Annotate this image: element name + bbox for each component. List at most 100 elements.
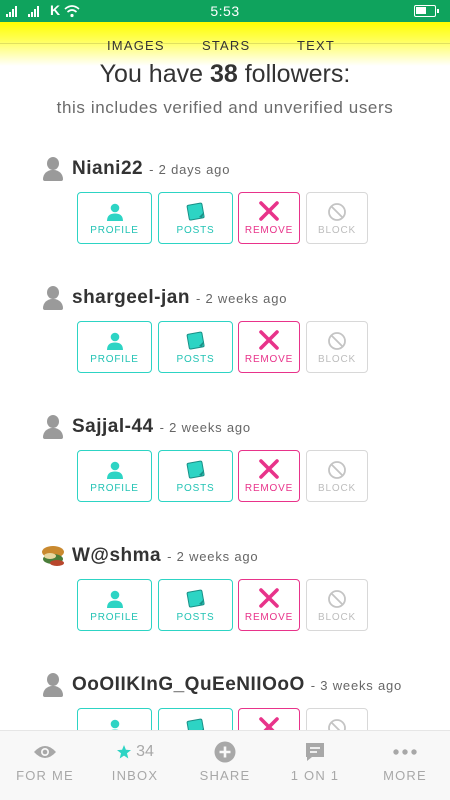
follower-count: 38	[209, 60, 238, 88]
close-icon	[259, 717, 279, 730]
tab-text[interactable]: TEXT	[297, 38, 335, 53]
block-icon	[328, 590, 346, 608]
status-bar: K 5:53	[0, 0, 450, 22]
posts-button-label: POSTS	[176, 354, 215, 365]
eye-icon	[34, 746, 56, 758]
chat-icon	[306, 743, 324, 761]
profile-button-label: PROFILE	[90, 612, 139, 623]
title-suffix: followers:	[237, 60, 351, 88]
posts-button[interactable]: POSTS	[158, 450, 233, 502]
follower-username[interactable]: W@shma	[72, 545, 161, 567]
sticky-note-icon	[186, 718, 205, 730]
posts-button-label: POSTS	[176, 483, 215, 494]
follower-item: OoOIIKInG_QuEeNIIOoO - 3 weeks ago PROFI…	[0, 666, 450, 730]
follower-time: - 2 weeks ago	[195, 290, 288, 306]
profile-button[interactable]: PROFILE	[77, 579, 152, 631]
follower-item: W@shma - 2 weeks ago PROFILE POSTS REMOV…	[0, 537, 450, 657]
follower-username[interactable]: Sajjal-44	[72, 416, 154, 438]
profile-button-label: PROFILE	[90, 225, 139, 236]
nav-inbox[interactable]: 34 INBOX	[90, 731, 180, 800]
block-button[interactable]: BLOCK	[306, 192, 368, 244]
clock: 5:53	[210, 3, 240, 19]
follower-time: - 2 days ago	[149, 161, 231, 177]
nav-for-me-label: FOR ME	[16, 768, 74, 783]
posts-button[interactable]: POSTS	[158, 708, 233, 730]
avatar[interactable]	[40, 285, 66, 311]
follower-item: Sajjal-44 - 2 weeks ago PROFILE POSTS RE…	[0, 408, 450, 528]
follower-time: - 2 weeks ago	[167, 548, 259, 564]
nav-share[interactable]: SHARE	[180, 731, 270, 800]
remove-button[interactable]: REMOVE	[238, 579, 300, 631]
nav-share-label: SHARE	[199, 768, 251, 783]
follower-list[interactable]: Niani22 - 2 days ago PROFILE POSTS REMOV…	[0, 150, 450, 730]
posts-button[interactable]: POSTS	[158, 321, 233, 373]
follower-header: shargeel-jan - 2 weeks ago	[40, 283, 287, 313]
remove-button-label: REMOVE	[244, 612, 294, 623]
follower-time: - 3 weeks ago	[310, 677, 403, 693]
title-prefix: You have	[99, 60, 210, 88]
bottom-nav: FOR ME 34 INBOX SHARE 1 ON 1 MORE	[0, 730, 450, 800]
remove-button[interactable]: REMOVE	[238, 450, 300, 502]
sticky-note-icon	[186, 460, 205, 479]
sticky-note-icon	[186, 589, 205, 608]
page-subtitle: this includes verified and unverified us…	[56, 98, 394, 117]
follower-username[interactable]: OoOIIKInG_QuEeNIIOoO	[72, 674, 305, 696]
person-icon	[106, 203, 123, 221]
follower-header: Niani22 - 2 days ago	[40, 154, 230, 184]
close-icon	[259, 588, 279, 608]
close-icon	[259, 201, 279, 221]
block-button-label: BLOCK	[318, 225, 356, 236]
avatar[interactable]	[40, 156, 66, 182]
person-icon	[110, 719, 119, 730]
remove-button[interactable]: REMOVE	[238, 192, 300, 244]
block-button[interactable]: BLOCK	[306, 579, 368, 631]
close-icon	[259, 330, 279, 350]
profile-button[interactable]: PROFILE	[77, 321, 152, 373]
block-button-label: BLOCK	[318, 354, 356, 365]
sticky-note-icon	[186, 202, 205, 221]
nav-more[interactable]: MORE	[360, 731, 450, 800]
posts-button-label: POSTS	[176, 225, 215, 236]
battery-icon	[414, 5, 439, 17]
block-icon	[328, 332, 346, 350]
plus-circle-icon	[214, 741, 236, 763]
follower-header: Sajjal-44 - 2 weeks ago	[40, 412, 251, 442]
block-icon	[328, 461, 346, 479]
block-button-label: BLOCK	[318, 612, 356, 623]
nav-1on1[interactable]: 1 ON 1	[270, 731, 360, 800]
nav-1on1-label: 1 ON 1	[290, 768, 340, 783]
block-button[interactable]: BLOCK	[306, 450, 368, 502]
follower-username[interactable]: shargeel-jan	[72, 287, 190, 309]
nav-more-label: MORE	[383, 768, 427, 783]
follower-item: shargeel-jan - 2 weeks ago PROFILE POSTS	[0, 279, 450, 399]
posts-button-label: POSTS	[176, 612, 215, 623]
follower-username[interactable]: Niani22	[72, 158, 143, 180]
nav-for-me[interactable]: FOR ME	[0, 731, 90, 800]
follower-item: Niani22 - 2 days ago PROFILE POSTS REMOV…	[0, 150, 450, 270]
person-icon	[106, 332, 123, 350]
posts-button[interactable]: POSTS	[158, 579, 233, 631]
block-icon	[328, 203, 346, 221]
profile-button[interactable]: PROFILE	[77, 192, 152, 244]
avatar[interactable]	[40, 414, 66, 440]
remove-button-label: REMOVE	[244, 483, 294, 494]
remove-button[interactable]: REMOVE	[238, 321, 300, 373]
posts-button[interactable]: POSTS	[158, 192, 233, 244]
profile-button[interactable]: PROFILE	[77, 450, 152, 502]
profile-button[interactable]: PROFILE	[77, 708, 152, 730]
avatar[interactable]	[40, 672, 66, 698]
remove-button[interactable]: REMOVE	[238, 708, 300, 730]
star-icon	[117, 745, 132, 759]
nav-inbox-label: INBOX	[111, 768, 159, 783]
block-button[interactable]: BLOCK	[306, 321, 368, 373]
tab-images[interactable]: IMAGES	[107, 38, 165, 53]
inbox-count: 34	[136, 743, 154, 760]
follower-time: - 2 weeks ago	[159, 419, 251, 435]
tab-stars[interactable]: STARS	[202, 38, 250, 53]
remove-button-label: REMOVE	[244, 354, 294, 365]
block-button-label: BLOCK	[318, 483, 356, 494]
block-icon	[328, 719, 346, 730]
close-icon	[259, 459, 279, 479]
avatar[interactable]	[40, 543, 66, 569]
block-button[interactable]: BLOCK	[306, 708, 368, 730]
